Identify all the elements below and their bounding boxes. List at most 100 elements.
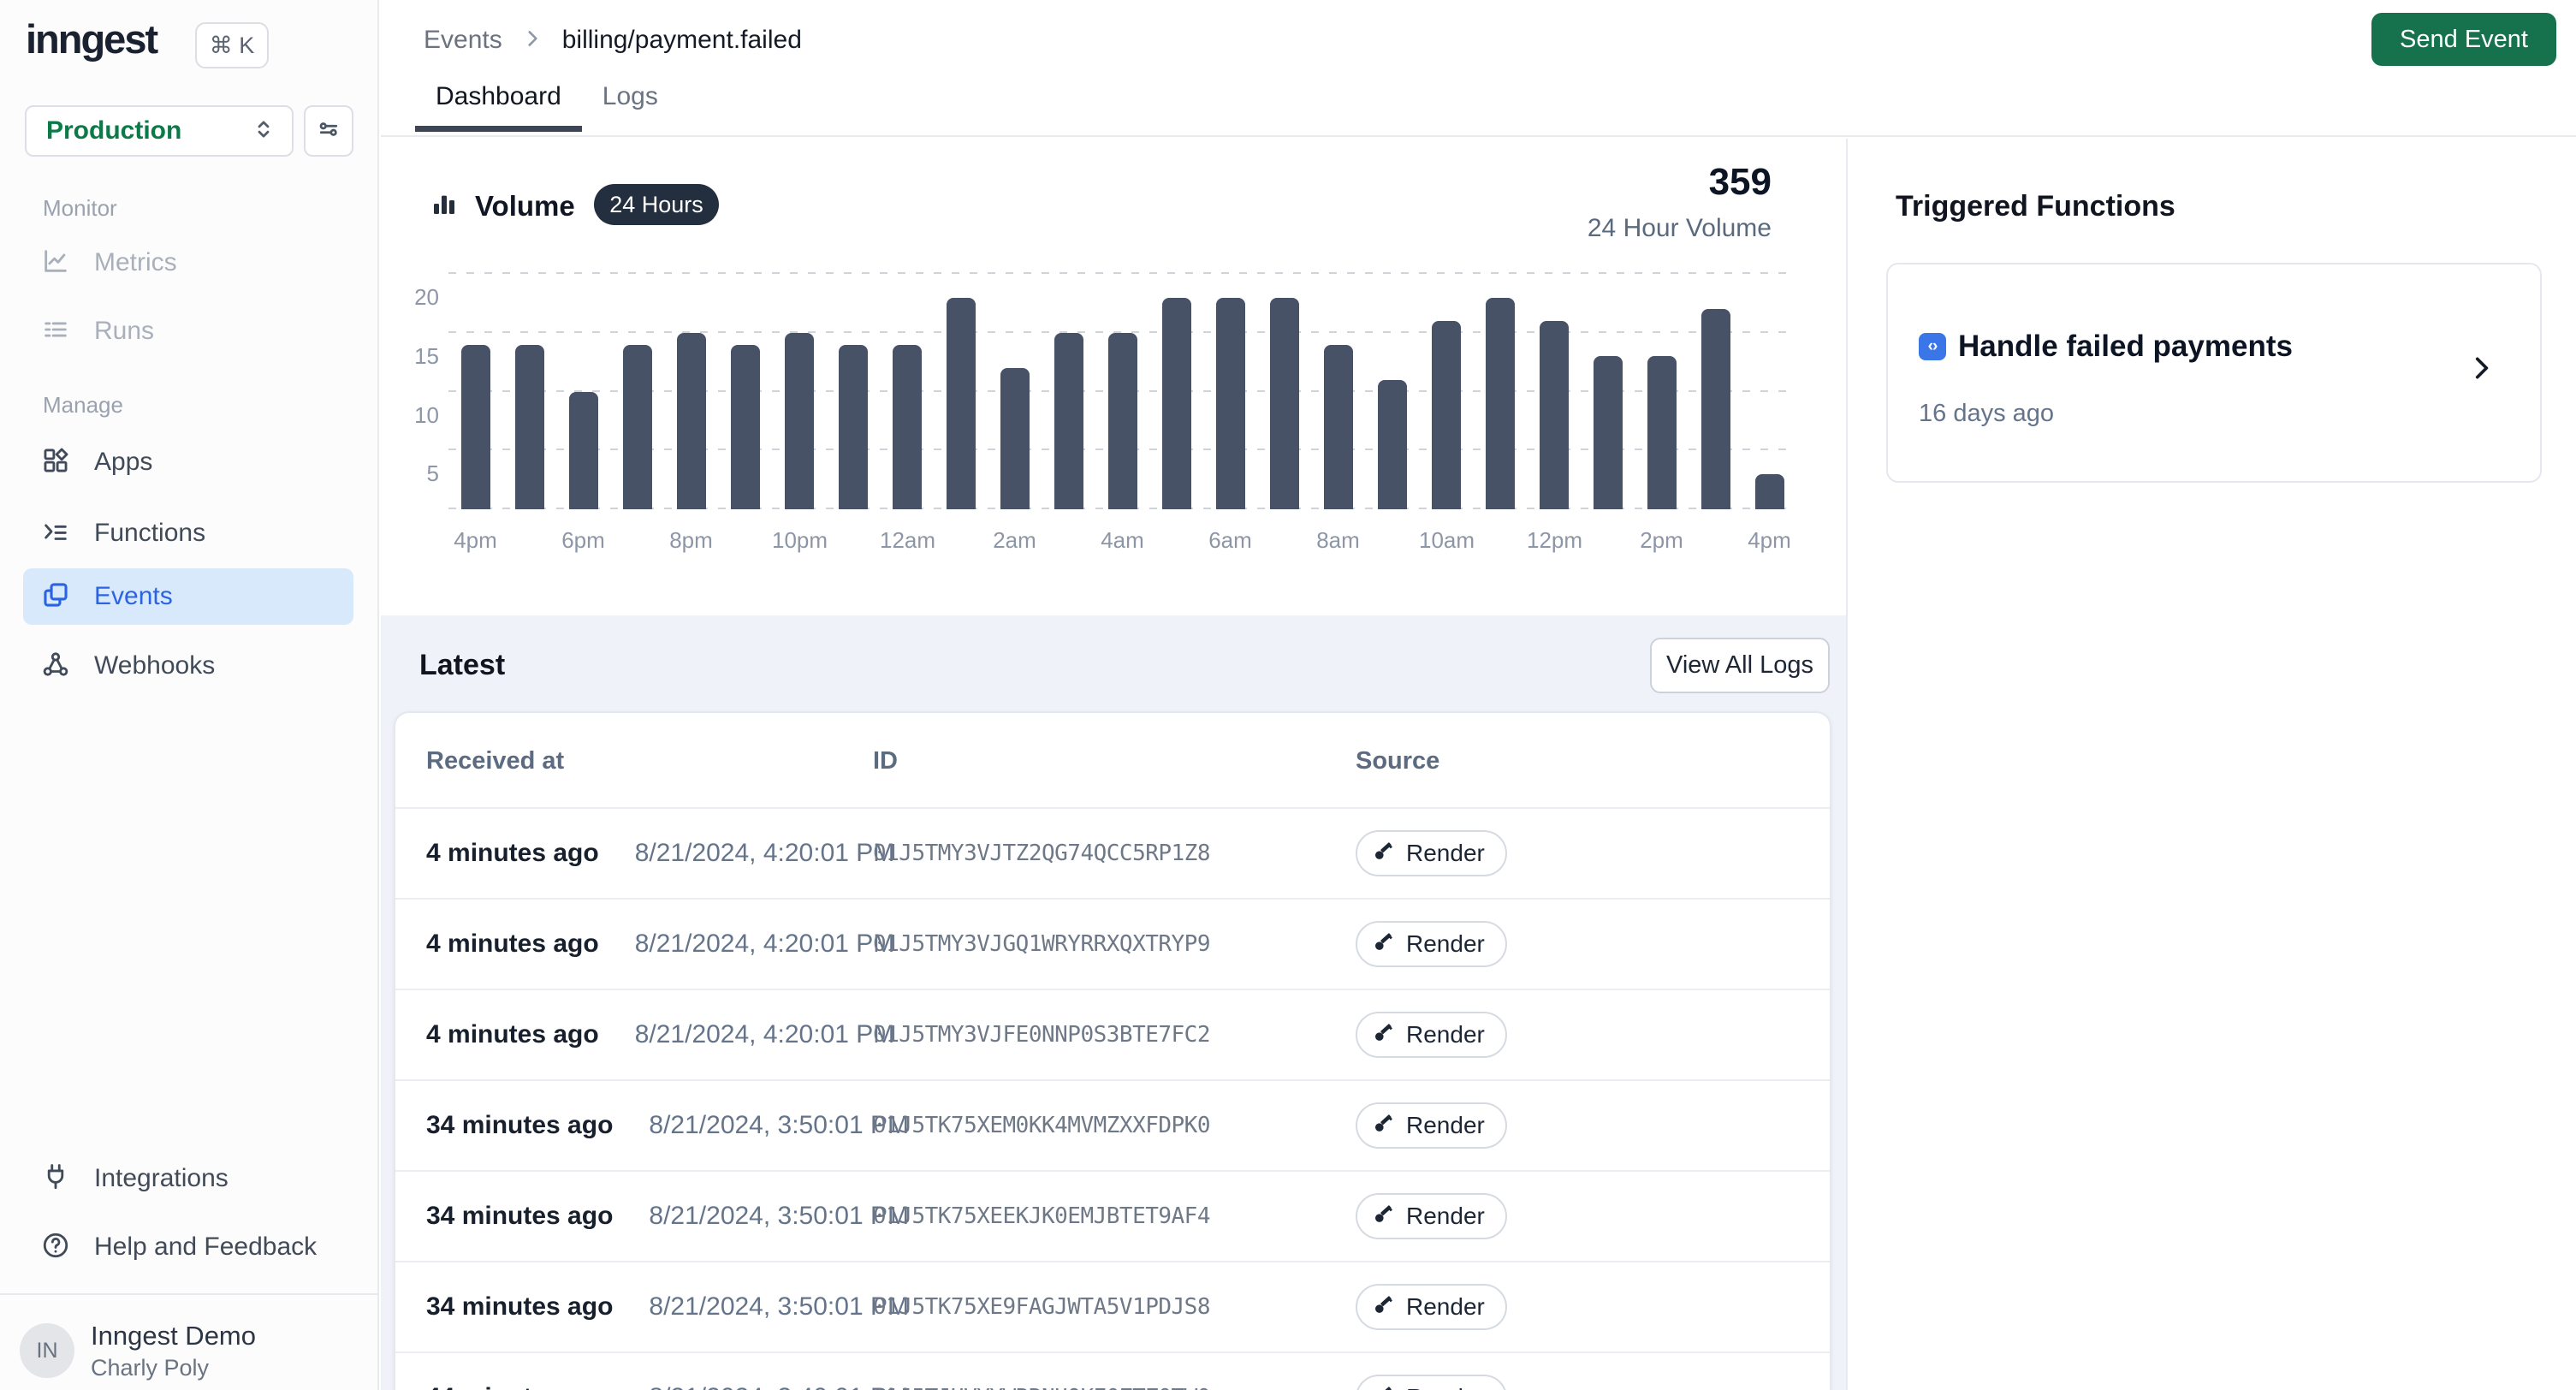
source-badge-render[interactable]: Render — [1356, 830, 1507, 876]
x-axis-tick-label: 4pm — [448, 527, 502, 554]
user-name: Charly Poly — [91, 1355, 256, 1381]
render-key-icon — [1373, 1385, 1395, 1390]
x-axis-tick-label: 6am — [1203, 527, 1257, 554]
render-key-icon — [1373, 1022, 1395, 1048]
volume-total: 359 — [1429, 161, 1772, 204]
source-badge-render[interactable]: Render — [1356, 921, 1507, 967]
source-label: Render — [1406, 930, 1485, 958]
column-header-received-at: Received at — [426, 747, 564, 775]
sidebar-item-label: Help and Feedback — [94, 1233, 317, 1262]
tab-active-underline — [415, 126, 582, 132]
sidebar-item-metrics[interactable]: Metrics — [23, 235, 353, 291]
event-id: 01J5TJHVYYWBRNUQKE0ZTZ0TW0 — [873, 1385, 1210, 1390]
sidebar-item-apps[interactable]: Apps — [23, 434, 353, 490]
volume-bar-4pm-0 — [461, 345, 490, 510]
section-label-manage: Manage — [43, 392, 123, 419]
sidebar-item-events[interactable]: Events — [23, 568, 353, 625]
event-row-3[interactable]: 34 minutes ago 8/21/2024, 3:50:01 PM01J5T… — [395, 1079, 1830, 1170]
volume-bar-5am-13 — [1162, 298, 1191, 510]
sidebar-item-integrations[interactable]: Integrations — [23, 1150, 353, 1207]
sidebar-item-label: Metrics — [94, 248, 177, 277]
y-axis-tick-label: 20 — [389, 284, 439, 311]
volume-bar-5pm-1 — [515, 345, 544, 510]
breadcrumb: Events billing/payment.failed — [424, 26, 802, 55]
event-row-1[interactable]: 4 minutes ago8/21/2024, 4:20:01 PM01J5TM… — [395, 898, 1830, 989]
breadcrumb-current: billing/payment.failed — [562, 26, 802, 55]
x-axis-tick-label: 2am — [988, 527, 1042, 554]
range-badge-24-hours[interactable]: 24 Hours — [594, 184, 719, 225]
volume-bar-11am-19 — [1486, 298, 1515, 510]
chevron-right-icon — [521, 27, 543, 54]
event-row-4[interactable]: 34 minutes ago8/21/2024, 3:50:01 PM01J5T… — [395, 1170, 1830, 1261]
breadcrumb-events-link[interactable]: Events — [424, 26, 502, 55]
source-label: Render — [1406, 1021, 1485, 1048]
relative-time: 4 minutes ago — [426, 1020, 599, 1049]
volume-bar-8pm-4 — [677, 333, 706, 509]
source-badge-render[interactable]: Render — [1356, 1102, 1507, 1149]
line-chart-icon — [41, 247, 70, 280]
sidebar-item-functions[interactable]: Functions — [23, 505, 353, 561]
volume-total-caption: 24 Hour Volume — [1429, 214, 1772, 243]
absolute-timestamp: 8/21/2024, 4:20:01 PM — [635, 839, 895, 868]
sidebar-item-runs[interactable]: Runs — [23, 303, 353, 359]
function-last-triggered: 16 days ago — [1919, 400, 2054, 428]
event-row-0[interactable]: 4 minutes ago 8/21/2024, 4:20:01 PM01J5TM… — [395, 807, 1830, 898]
events-table-body: 4 minutes ago8/21/2024, 4:20:01 PM01J5TM… — [395, 807, 1830, 1390]
volume-bar-4pm-24 — [1755, 474, 1784, 509]
triggered-functions-title: Triggered Functions — [1896, 190, 2175, 223]
sidebar-item-label: Webhooks — [94, 651, 215, 680]
event-row-5[interactable]: 34 minutes ago8/21/2024, 3:50:01 PM01J5T… — [395, 1261, 1830, 1351]
x-axis-tick-label: 12am — [880, 527, 934, 554]
relative-time: 34 minutes ago — [426, 1111, 613, 1140]
render-key-icon — [1373, 841, 1395, 867]
view-all-logs-button[interactable]: View All Logs — [1650, 638, 1830, 693]
runs-list-icon — [41, 315, 70, 348]
command-k-shortcut[interactable]: ⌘ K — [195, 22, 269, 68]
sliders-icon — [316, 116, 341, 146]
source-badge-render[interactable]: Render — [1356, 1375, 1507, 1390]
section-label-monitor: Monitor — [43, 195, 117, 222]
x-axis-tick-label: 10pm — [772, 527, 826, 554]
source-label: Render — [1406, 840, 1485, 867]
source-badge-render[interactable]: Render — [1356, 1193, 1507, 1239]
source-label: Render — [1406, 1293, 1485, 1321]
volume-title: Volume — [475, 190, 575, 223]
volume-bar-12pm-20 — [1540, 321, 1569, 509]
function-name: Handle failed payments — [1958, 330, 2293, 364]
user-account[interactable]: IN Inngest Demo Charly Poly — [20, 1318, 362, 1383]
y-axis-tick-label: 5 — [389, 460, 439, 487]
received-at-cell: 4 minutes ago8/21/2024, 4:20:01 PM — [426, 990, 894, 1079]
absolute-timestamp: 8/21/2024, 3:40:01 PM — [649, 1383, 909, 1390]
event-id: 01J5TK75XE9FAGJWTA5V1PDJS8 — [873, 1294, 1210, 1320]
event-id: 01J5TMY3VJTZ2QG74QCC5RP1Z8 — [873, 841, 1210, 866]
source-badge-render[interactable]: Render — [1356, 1284, 1507, 1330]
tab-dashboard[interactable]: Dashboard — [415, 82, 582, 130]
event-row-2[interactable]: 4 minutes ago8/21/2024, 4:20:01 PM01J5TM… — [395, 989, 1830, 1079]
volume-bar-8am-16 — [1324, 345, 1353, 510]
event-id: 01J5TK75XEM0KK4MVMZXXFDPK0 — [873, 1113, 1210, 1138]
volume-bar-4am-12 — [1108, 333, 1137, 509]
relative-time: 4 minutes ago — [426, 839, 599, 868]
environment-settings-button[interactable] — [304, 105, 353, 157]
environment-select[interactable]: Production — [25, 105, 294, 157]
event-row-6[interactable]: 44 minutes ago8/21/2024, 3:40:01 PM01J5T… — [395, 1351, 1830, 1390]
source-label: Render — [1406, 1112, 1485, 1139]
source-label: Render — [1406, 1384, 1485, 1390]
topbar: Events billing/payment.failed Send Event… — [381, 0, 2576, 137]
chevron-updown-icon — [251, 116, 276, 146]
received-at-cell: 34 minutes ago8/21/2024, 3:50:01 PM — [426, 1172, 909, 1261]
send-event-button[interactable]: Send Event — [2371, 13, 2556, 66]
source-badge-render[interactable]: Render — [1356, 1012, 1507, 1058]
tab-logs[interactable]: Logs — [582, 82, 679, 130]
x-axis-tick-label: 6pm — [556, 527, 610, 554]
apps-grid-icon — [41, 446, 70, 479]
volume-bar-9am-17 — [1378, 380, 1407, 509]
volume-bar-7am-15 — [1270, 298, 1299, 510]
volume-bar-2am-10 — [1000, 368, 1030, 509]
triggered-function-card[interactable]: ‹› Handle failed payments 16 days ago — [1886, 263, 2542, 483]
volume-bar-6am-14 — [1216, 298, 1245, 510]
sidebar-item-webhooks[interactable]: Webhooks — [23, 638, 353, 694]
volume-bar-6pm-2 — [569, 392, 598, 510]
sidebar-item-help[interactable]: Help and Feedback — [23, 1219, 353, 1275]
absolute-timestamp: 8/21/2024, 3:50:01 PM — [649, 1111, 909, 1140]
